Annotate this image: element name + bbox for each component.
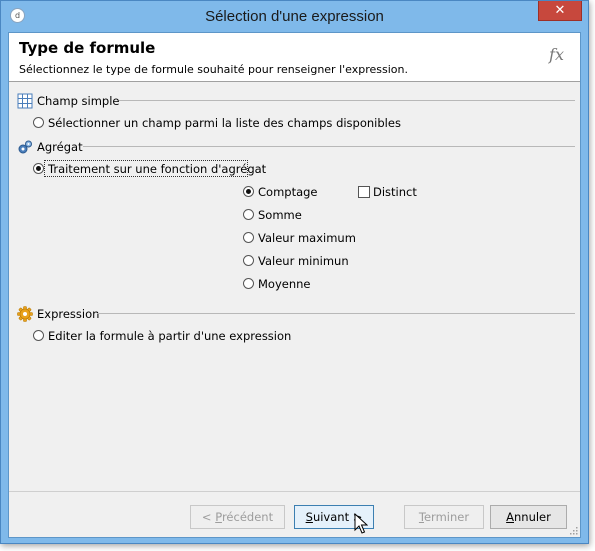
- title-bar[interactable]: d Sélection d'une expression ✕: [1, 1, 588, 32]
- mouse-cursor-icon: [354, 513, 368, 534]
- function-radio[interactable]: [243, 255, 254, 266]
- window-title: Sélection d'une expression: [205, 8, 384, 25]
- section-simple-header: Champ simple: [17, 93, 577, 109]
- function-option-count[interactable]: Comptage: [243, 185, 343, 201]
- function-option-sum[interactable]: Somme: [243, 208, 343, 224]
- aggregate-radio[interactable]: [33, 163, 44, 174]
- function-radio[interactable]: [243, 278, 254, 289]
- wizard-header: Type de formule Sélectionnez le type de …: [9, 33, 580, 82]
- section-divider: [119, 100, 575, 101]
- distinct-label[interactable]: Distinct: [373, 185, 417, 199]
- distinct-checkbox[interactable]: [358, 186, 370, 198]
- cancel-button-rest: nnuler: [514, 510, 551, 524]
- function-option-min[interactable]: Valeur minimun: [243, 254, 363, 270]
- page-subtitle: Sélectionnez le type de formule souhaité…: [19, 63, 408, 76]
- function-radio[interactable]: [243, 232, 254, 243]
- function-option-avg[interactable]: Moyenne: [243, 277, 343, 293]
- grid-icon: [17, 93, 33, 109]
- simple-field-option[interactable]: Sélectionner un champ parmi la liste des…: [33, 116, 401, 132]
- finish-button[interactable]: Terminer: [404, 505, 484, 529]
- section-expression-header: Expression: [17, 306, 577, 322]
- fx-icon: fx: [549, 45, 564, 64]
- cancel-button-mnemonic: A: [506, 510, 514, 524]
- function-radio[interactable]: [243, 209, 254, 220]
- function-option-max[interactable]: Valeur maximum: [243, 231, 363, 247]
- previous-button-rest: récédent: [221, 510, 274, 524]
- finish-button-rest: erminer: [423, 510, 470, 524]
- expression-label[interactable]: Editer la formule à partir d'une express…: [48, 329, 291, 343]
- simple-field-label[interactable]: Sélectionner un champ parmi la liste des…: [48, 116, 401, 130]
- function-label[interactable]: Somme: [258, 208, 302, 222]
- gear-icon: [17, 306, 33, 322]
- dialog-window: d Sélection d'une expression ✕ Type de f…: [0, 0, 589, 544]
- previous-button[interactable]: < Précédent: [190, 505, 285, 529]
- close-button[interactable]: ✕: [538, 1, 582, 21]
- expression-option[interactable]: Editer la formule à partir d'une express…: [33, 329, 293, 345]
- section-aggregate-header: Agrégat: [17, 139, 577, 155]
- simple-field-radio[interactable]: [33, 117, 44, 128]
- cancel-button[interactable]: Annuler: [490, 505, 567, 529]
- previous-button-mnemonic: P: [215, 510, 222, 524]
- footer-divider: [9, 491, 580, 492]
- dialog-body: Type de formule Sélectionnez le type de …: [8, 32, 581, 538]
- next-button-mnemonic: S: [305, 510, 313, 524]
- distinct-option[interactable]: Distinct: [358, 185, 428, 201]
- section-aggregate-label: Agrégat: [37, 140, 83, 154]
- function-label[interactable]: Moyenne: [258, 277, 311, 291]
- section-expression-label: Expression: [37, 307, 100, 321]
- gears-icon: [18, 140, 32, 154]
- close-icon: ✕: [554, 3, 566, 18]
- function-label[interactable]: Valeur maximum: [258, 231, 356, 245]
- function-label[interactable]: Valeur minimun: [258, 254, 349, 268]
- function-radio[interactable]: [243, 186, 254, 197]
- expression-radio[interactable]: [33, 330, 44, 341]
- focus-rectangle: [44, 160, 248, 177]
- section-simple-label: Champ simple: [37, 94, 120, 108]
- page-title: Type de formule: [19, 39, 156, 57]
- previous-button-prefix: <: [201, 510, 216, 524]
- section-divider: [97, 313, 575, 314]
- section-divider: [83, 146, 575, 147]
- resize-grip-icon[interactable]: [568, 525, 578, 535]
- function-label[interactable]: Comptage: [258, 185, 318, 199]
